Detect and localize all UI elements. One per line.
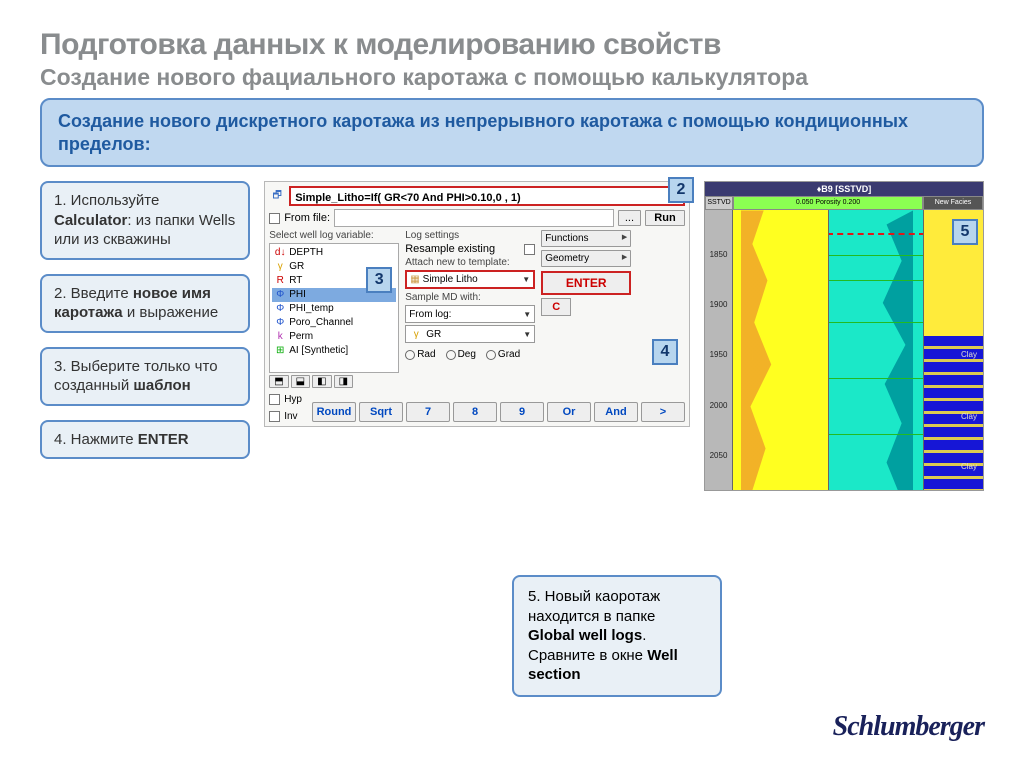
slide-subtitle: Создание нового фациального каротажа с п… (40, 64, 984, 90)
attach-label: Attach new to template: (405, 257, 535, 268)
list-btn-1[interactable]: ⬒ (269, 375, 288, 388)
browse-button[interactable]: ... (618, 210, 641, 226)
badge-3: 3 (366, 267, 392, 293)
list-btn-3[interactable]: ◧ (312, 375, 331, 388)
sqrt-button[interactable]: Sqrt (359, 402, 403, 422)
sample-md-label: Sample MD with: (405, 292, 535, 303)
th-porosity: 0.050 Porosity 0.200 (733, 196, 923, 210)
gt-button[interactable]: > (641, 402, 685, 422)
num-8-button[interactable]: 8 (453, 402, 497, 422)
functions-button[interactable]: ▶Functions (541, 230, 631, 247)
resample-label: Resample existing (405, 243, 495, 255)
num-7-button[interactable]: 7 (406, 402, 450, 422)
schlumberger-logo: Schlumberger (833, 711, 984, 743)
deg-radio[interactable] (446, 350, 456, 360)
step-5: 5. Новый каоротаж находится в папке Glob… (512, 575, 722, 697)
inv-checkbox[interactable] (269, 411, 280, 422)
select-var-label: Select well log variable: (269, 230, 399, 241)
well-header: ♦B9 [SSTVD] (705, 182, 983, 196)
badge-5: 5 (952, 219, 978, 245)
chevron-down-icon: ▼ (522, 275, 530, 284)
from-log-select[interactable]: From log: ▼ (405, 305, 535, 323)
and-button[interactable]: And (594, 402, 638, 422)
rad-radio[interactable] (405, 350, 415, 360)
round-button[interactable]: Round (312, 402, 356, 422)
or-button[interactable]: Or (547, 402, 591, 422)
chevron-down-icon: ▼ (523, 310, 531, 319)
num-9-button[interactable]: 9 (500, 402, 544, 422)
log-variable-list[interactable]: d↓DEPTH γGR RRT ΦPHI ΦPHI_temp ΦPoro_Cha… (269, 243, 399, 373)
litho-icon: ▦ (410, 274, 419, 285)
step-4: 4. Нажмите ENTER (40, 420, 250, 460)
log-settings-label: Log settings (405, 230, 535, 241)
chevron-down-icon: ▼ (523, 330, 531, 339)
hyp-checkbox[interactable] (269, 394, 280, 405)
calculator-panel: 🗗 Simple_Litho=If( GR<70 And PHI>0.10,0 … (264, 181, 690, 427)
from-file-label: From file: (284, 212, 330, 224)
well-section-panel: ♦B9 [SSTVD] SSTVD 0.050 Porosity 0.200 N… (704, 181, 984, 491)
from-file-path[interactable] (334, 209, 614, 227)
enter-button[interactable]: ENTER (541, 271, 631, 295)
template-select[interactable]: ▦ Simple Litho ▼ (405, 270, 535, 289)
gr-track (733, 210, 828, 490)
list-btn-4[interactable]: ◨ (334, 375, 353, 388)
depth-track: 1850 1900 1950 2000 2050 (705, 210, 733, 490)
list-btn-2[interactable]: ⬓ (291, 375, 310, 388)
calc-icon: 🗗 (269, 188, 285, 204)
clear-button[interactable]: C (541, 298, 571, 316)
gr-select[interactable]: γ GR ▼ (405, 325, 535, 343)
step-1: 1. Используйте Calculator: из папки Well… (40, 181, 250, 260)
geometry-button[interactable]: ▶Geometry (541, 250, 631, 267)
badge-2: 2 (668, 177, 694, 203)
slide-title: Подготовка данных к моделированию свойст… (40, 28, 984, 62)
th-facies: New Facies (923, 196, 983, 210)
run-button[interactable]: Run (645, 210, 685, 226)
step-2: 2. Введите новое имя каротажа и выражени… (40, 274, 250, 333)
grad-radio[interactable] (486, 350, 496, 360)
porosity-track: Base Cretaceous ⊕ Tarbert2 ⊕ Tarbert1 ⊕ (828, 210, 924, 490)
formula-input[interactable]: Simple_Litho=If( GR<70 And PHI>0.10,0 , … (289, 186, 685, 206)
from-file-checkbox[interactable] (269, 213, 280, 224)
intro-box: Создание нового дискретного каротажа из … (40, 98, 984, 167)
facies-track: Clay Clay Clay (923, 210, 983, 490)
resample-checkbox[interactable] (524, 244, 535, 255)
step-3: 3. Выберите только что созданный шаблон (40, 347, 250, 406)
th-sstvd: SSTVD (705, 196, 733, 210)
badge-4: 4 (652, 339, 678, 365)
